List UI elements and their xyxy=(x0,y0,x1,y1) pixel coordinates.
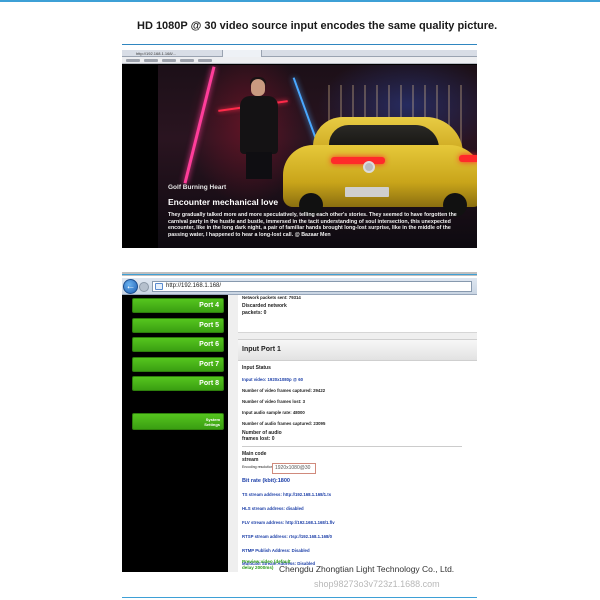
car-logo-icon xyxy=(363,161,375,173)
page-icon xyxy=(155,283,163,290)
browser-address-bar[interactable]: http://192.168.1.168/... xyxy=(122,50,477,57)
browser-toolbar: ← http://192.168.1.168/ xyxy=(122,278,477,295)
rtsp-stream-address: RTSP stream address: rtsp://192.168.1.16… xyxy=(242,534,332,539)
input-port-card: Input Status Input video: 1920x1080p @ 6… xyxy=(238,361,477,572)
sidebar-item-port-6[interactable]: Port 6 xyxy=(132,337,224,352)
yellow-car xyxy=(283,117,477,217)
divider xyxy=(242,446,462,447)
video-screenshot-panel: http://192.168.1.168/... Golf Burning He… xyxy=(122,50,477,248)
frames-lost-text: Number of video frames lost: 3 xyxy=(242,399,306,404)
video-overlay-subtitle: Golf Burning Heart xyxy=(168,184,227,191)
input-port-header: Input Port 1 xyxy=(238,339,477,361)
bitrate-text: Bit rate (kbit):1800 xyxy=(242,478,290,484)
browser-tab[interactable] xyxy=(222,50,262,57)
audio-sample-rate-text: Input audio sample rate: 48000 xyxy=(242,410,305,415)
discarded-packets-value: packets: 0 xyxy=(242,310,267,316)
section-title: Input Port 1 xyxy=(242,346,281,353)
url-input[interactable]: http://192.168.1.168/ xyxy=(152,281,472,292)
title-divider xyxy=(122,44,477,45)
rtmp-publish-address: RTMP Publish Address: Disabled xyxy=(242,548,310,553)
menu-item[interactable] xyxy=(162,59,176,62)
menu-item[interactable] xyxy=(198,59,212,62)
discarded-packets-label: Discarded network xyxy=(242,303,287,309)
sidebar: Port 4 Port 5 Port 6 Port 7 Port 8 Syste… xyxy=(122,295,228,572)
video-overlay-body: They gradually talked more and more spec… xyxy=(168,212,457,238)
hls-stream-address: HLS stream address: disabled xyxy=(242,506,304,511)
sidebar-item-port-8[interactable]: Port 8 xyxy=(132,376,224,391)
main-content: Network packets sent: 79314 Discarded ne… xyxy=(228,295,477,572)
ts-stream-address: TS stream address: http://192.168.1.168/… xyxy=(242,492,332,497)
encoding-resolution-input[interactable]: 1920x1080@30 xyxy=(272,463,316,474)
sidebar-item-port-5[interactable]: Port 5 xyxy=(132,318,224,333)
system-settings-label-2: Settings xyxy=(204,422,220,427)
url-text: http://192.168.1.168/ xyxy=(166,283,222,289)
menu-item[interactable] xyxy=(180,59,194,62)
browser-menu-bar xyxy=(122,57,477,64)
browser-address-text: http://192.168.1.168/... xyxy=(136,51,177,56)
company-name: Chengdu Zhongtian Light Technology Co., … xyxy=(279,564,455,574)
sidebar-item-port-7[interactable]: Port 7 xyxy=(132,357,224,372)
flv-stream-address: FLV stream address: http://192.168.1.168… xyxy=(242,520,335,525)
shop-watermark: shop98273o3v723z1.1688.com xyxy=(314,579,440,589)
device-webui-panel: ← http://192.168.1.168/ Port 4 Port 5 Po… xyxy=(122,278,477,572)
sidebar-item-system-settings[interactable]: System Settings xyxy=(132,413,224,430)
input-video-text: Input video: 1920x1080p @ 60 xyxy=(242,377,304,382)
main-stream-heading-2: stream xyxy=(242,457,259,463)
section-divider-accent xyxy=(122,274,477,275)
bottom-rule xyxy=(122,597,477,598)
forward-button[interactable] xyxy=(139,282,149,292)
network-stats-card: Network packets sent: 79314 Discarded ne… xyxy=(238,295,477,333)
person-figure xyxy=(236,77,282,179)
encoding-resolution-label: Encoding resolution xyxy=(242,465,273,469)
back-button[interactable]: ← xyxy=(123,279,138,294)
sidebar-item-port-4[interactable]: Port 4 xyxy=(132,298,224,313)
audio-frames-captured-text: Number of audio frames captured: 23095 xyxy=(242,421,326,426)
frames-captured-text: Number of video frames captured: 29422 xyxy=(242,388,326,393)
top-rule xyxy=(0,0,600,2)
menu-item[interactable] xyxy=(144,59,158,62)
video-overlay-title: Encounter mechanical love xyxy=(168,197,279,207)
input-status-heading: Input Status xyxy=(242,365,271,371)
neon-light-pink xyxy=(183,66,216,184)
packets-sent-text: Network packets sent: 79314 xyxy=(242,295,301,300)
menu-item[interactable] xyxy=(126,59,140,62)
page-headline: HD 1080P @ 30 video source input encodes… xyxy=(137,20,498,32)
preview-video-delay: delay 2000ms) xyxy=(242,565,274,570)
audio-lost-value: frames lost: 0 xyxy=(242,436,275,442)
